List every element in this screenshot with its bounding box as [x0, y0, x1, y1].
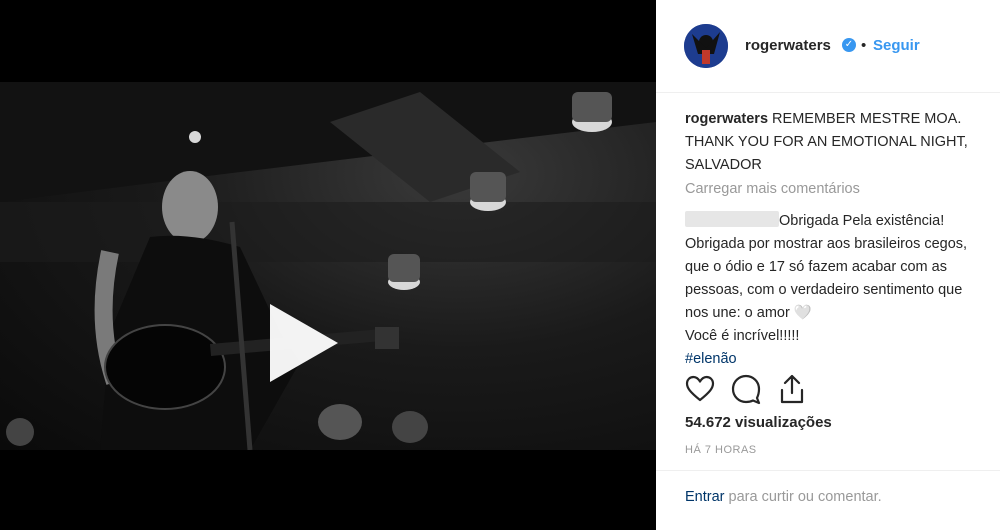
comment-line: que o ódio e 17 só fazem acabar com as [685, 259, 947, 275]
heart-icon[interactable] [684, 373, 716, 405]
post-panel: rogerwaters ✓ • Seguir rogerwaters REMEM… [656, 0, 1000, 530]
verified-badge-icon: ✓ [842, 38, 856, 52]
load-more-comments-button[interactable]: Carregar mais comentários [685, 181, 860, 197]
view-count[interactable]: 54.672 visualizações [685, 414, 832, 431]
separator-dot: • [861, 37, 867, 54]
follow-button[interactable]: Seguir [873, 37, 920, 54]
comment-icon[interactable] [730, 373, 762, 405]
comment-line: nos une: o amor 🤍 [685, 305, 812, 321]
post-timestamp: HÁ 7 HORAS [685, 444, 757, 456]
username[interactable]: rogerwaters [745, 37, 831, 54]
redacted-username [685, 211, 779, 227]
share-icon[interactable] [776, 373, 808, 405]
hashtag-link[interactable]: #elenão [685, 348, 1000, 371]
play-icon[interactable] [270, 304, 338, 382]
caption-username[interactable]: rogerwaters [685, 111, 768, 127]
login-link[interactable]: Entrar [685, 489, 725, 505]
post-caption: rogerwaters REMEMBER MESTRE MOA. THANK Y… [685, 108, 995, 177]
comment-line: Você é incrível!!!!! [685, 328, 800, 344]
video-player[interactable] [0, 0, 656, 530]
login-text: para curtir ou comentar. [724, 489, 882, 505]
login-prompt: Entrar para curtir ou comentar. [685, 489, 882, 505]
divider [656, 470, 1000, 471]
comment-line: Obrigada por mostrar aos brasileiros ceg… [685, 236, 968, 252]
avatar[interactable] [684, 24, 728, 68]
concert-photo [0, 82, 656, 450]
post-header: rogerwaters ✓ • Seguir [656, 0, 1000, 93]
comment-line: pessoas, com o verdadeiro sentimento que [685, 282, 963, 298]
video-frame[interactable] [0, 82, 656, 450]
comment-line: Obrigada Pela existência! [779, 213, 945, 229]
comment: Obrigada Pela existência! Obrigada por m… [685, 210, 1000, 371]
